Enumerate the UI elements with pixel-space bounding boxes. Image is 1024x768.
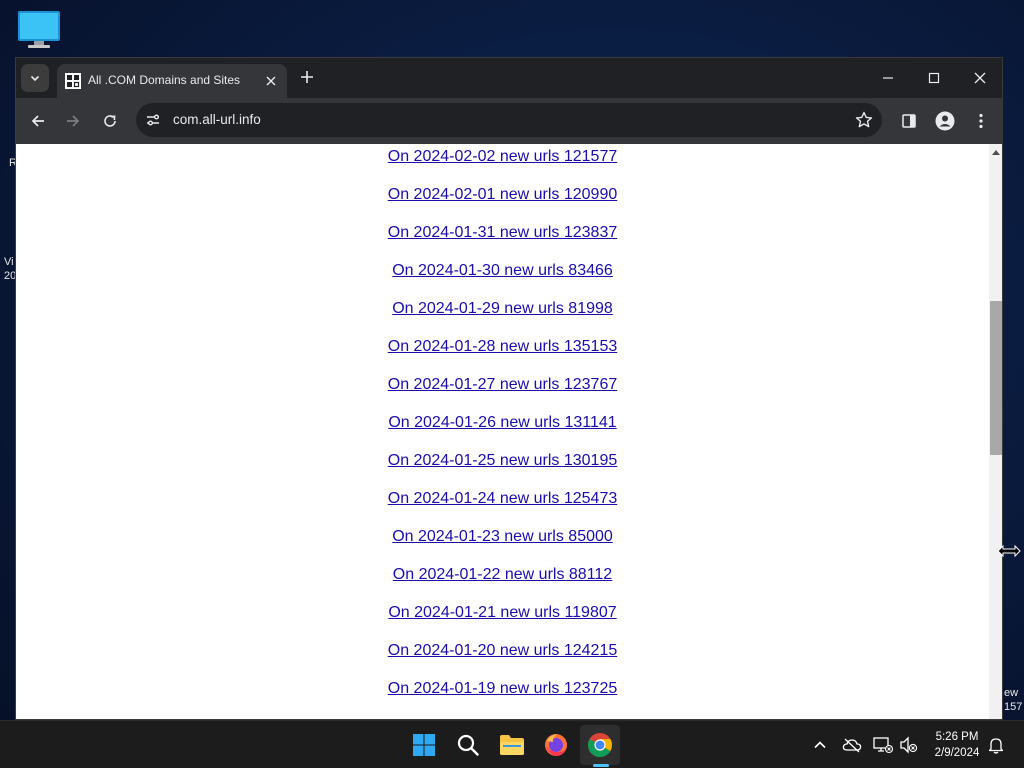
- start-button[interactable]: [404, 725, 444, 765]
- date-new-urls-link[interactable]: On 2024-01-26 new urls 131141: [388, 414, 616, 432]
- maximize-icon: [928, 72, 940, 84]
- list-item: On 2024-01-29 new urls 81998: [16, 300, 989, 338]
- list-item: On 2024-01-23 new urls 85000: [16, 528, 989, 566]
- date-new-urls-link[interactable]: On 2024-01-19 new urls 123725: [388, 680, 618, 698]
- taskbar-firefox[interactable]: [536, 725, 576, 765]
- plus-icon: [301, 71, 313, 83]
- close-icon: [974, 72, 986, 84]
- cloud-offline-icon: [842, 738, 862, 753]
- date-new-urls-link[interactable]: On 2024-01-27 new urls 123767: [388, 376, 618, 394]
- date-new-urls-link[interactable]: On 2024-01-22 new urls 88112: [393, 566, 612, 584]
- new-tab-button[interactable]: [297, 67, 317, 87]
- list-item: On 2024-01-27 new urls 123767: [16, 376, 989, 414]
- resize-cursor-icon: [997, 544, 1021, 558]
- site-favicon-icon: [65, 73, 81, 89]
- volume-muted-icon: [900, 736, 918, 754]
- date-new-urls-link[interactable]: On 2024-02-02 new urls 121577: [388, 148, 618, 166]
- new-urls-link-list: On 2024-02-02 new urls 121577 On 2024-02-…: [16, 148, 989, 718]
- date-new-urls-link[interactable]: On 2024-02-01 new urls 120990: [388, 186, 618, 204]
- clock-time: 5:26 PM: [935, 731, 979, 743]
- list-item: On 2024-01-20 new urls 124215: [16, 642, 989, 680]
- list-item: On 2024-01-24 new urls 125473: [16, 490, 989, 528]
- list-item: On 2024-01-22 new urls 88112: [16, 566, 989, 604]
- taskbar-chrome[interactable]: [580, 725, 620, 765]
- address-bar[interactable]: com.all-url.info: [136, 103, 882, 137]
- network-disconnected-icon: [873, 737, 893, 754]
- vertical-scrollbar[interactable]: [989, 144, 1002, 719]
- date-new-urls-link[interactable]: On 2024-01-28 new urls 135153: [388, 338, 618, 356]
- firefox-icon: [545, 734, 567, 756]
- list-item: On 2024-02-01 new urls 120990: [16, 186, 989, 224]
- browser-title-bar: All .COM Domains and Sites: [16, 58, 1002, 98]
- side-panel-button[interactable]: [894, 106, 924, 136]
- browser-window: All .COM Domains and Sites com.all-url.i…: [15, 57, 1003, 720]
- taskbar: 5:26 PM 2/9/2024: [0, 720, 1024, 768]
- taskbar-search-button[interactable]: [448, 725, 488, 765]
- more-vertical-icon: [979, 113, 983, 129]
- date-new-urls-link[interactable]: On 2024-01-29 new urls 81998: [392, 300, 613, 318]
- notifications-button[interactable]: [986, 735, 1006, 755]
- bookmark-star-icon[interactable]: [854, 110, 874, 130]
- close-icon: [266, 76, 276, 86]
- arrow-right-icon: [67, 115, 80, 127]
- reload-button[interactable]: [95, 106, 125, 136]
- list-item: On 2024-02-02 new urls 121577: [16, 148, 989, 186]
- desktop-icon-label-fragment: Vi: [4, 256, 14, 268]
- scrollbar-thumb[interactable]: [990, 301, 1002, 455]
- desktop-icon-label-fragment: 157: [1004, 701, 1023, 713]
- start-icon: [413, 734, 435, 756]
- date-new-urls-link[interactable]: On 2024-01-20 new urls 124215: [388, 642, 618, 660]
- chevron-up-icon: [814, 741, 826, 749]
- list-item: On 2024-01-30 new urls 83466: [16, 262, 989, 300]
- tab-active[interactable]: All .COM Domains and Sites: [57, 64, 287, 98]
- close-window-button[interactable]: [957, 63, 1002, 93]
- scroll-up-arrow-icon[interactable]: [992, 150, 1000, 155]
- tab-search-button[interactable]: [21, 64, 49, 92]
- volume-tray-button[interactable]: [899, 735, 919, 755]
- site-info-icon[interactable]: [144, 111, 162, 129]
- browser-menu-button[interactable]: [966, 106, 996, 136]
- taskbar-file-explorer[interactable]: [492, 725, 532, 765]
- maximize-button[interactable]: [911, 63, 957, 93]
- back-button[interactable]: [23, 106, 53, 136]
- show-hidden-icons-button[interactable]: [810, 735, 830, 755]
- date-new-urls-link[interactable]: On 2024-01-31 new urls 123837: [388, 224, 618, 242]
- tab-title: All .COM Domains and Sites: [88, 73, 241, 87]
- list-item: On 2024-01-19 new urls 123725: [16, 680, 989, 718]
- list-item: On 2024-01-25 new urls 130195: [16, 452, 989, 490]
- chevron-down-icon: [30, 75, 40, 82]
- onedrive-tray-button[interactable]: [842, 735, 862, 755]
- forward-button[interactable]: [58, 106, 88, 136]
- arrow-left-icon: [31, 115, 44, 127]
- date-new-urls-link[interactable]: On 2024-01-25 new urls 130195: [388, 452, 618, 470]
- minimize-button[interactable]: [865, 63, 911, 93]
- browser-toolbar: com.all-url.info: [16, 98, 1002, 144]
- list-item: On 2024-01-21 new urls 119807: [16, 604, 989, 642]
- reload-icon: [104, 115, 116, 127]
- list-item: On 2024-01-26 new urls 131141: [16, 414, 989, 452]
- desktop-icon-label-fragment: ew: [1004, 687, 1019, 699]
- clock-date: 2/9/2024: [934, 747, 980, 759]
- date-new-urls-link[interactable]: On 2024-01-24 new urls 125473: [388, 490, 618, 508]
- active-app-indicator: [593, 764, 609, 767]
- date-new-urls-link[interactable]: On 2024-01-30 new urls 83466: [392, 262, 613, 280]
- profile-avatar-icon: [935, 111, 955, 131]
- bell-icon: [988, 738, 1004, 754]
- date-new-urls-link[interactable]: On 2024-01-21 new urls 119807: [388, 604, 616, 622]
- network-tray-button[interactable]: [873, 735, 893, 755]
- page-content: On 2024-02-02 new urls 121577 On 2024-02-…: [16, 144, 989, 719]
- search-icon: [457, 734, 479, 756]
- url-text: com.all-url.info: [173, 112, 261, 127]
- minimize-icon: [883, 77, 893, 79]
- tab-close-button[interactable]: [263, 73, 279, 89]
- list-item: On 2024-01-31 new urls 123837: [16, 224, 989, 262]
- profile-button[interactable]: [930, 106, 960, 136]
- side-panel-icon: [902, 114, 916, 128]
- taskbar-clock[interactable]: 5:26 PM 2/9/2024: [924, 729, 990, 761]
- date-new-urls-link[interactable]: On 2024-01-23 new urls 85000: [392, 528, 613, 546]
- list-item: On 2024-01-28 new urls 135153: [16, 338, 989, 376]
- chrome-icon: [588, 733, 612, 758]
- this-pc-desktop-icon[interactable]: [16, 10, 62, 50]
- file-explorer-icon: [500, 735, 524, 755]
